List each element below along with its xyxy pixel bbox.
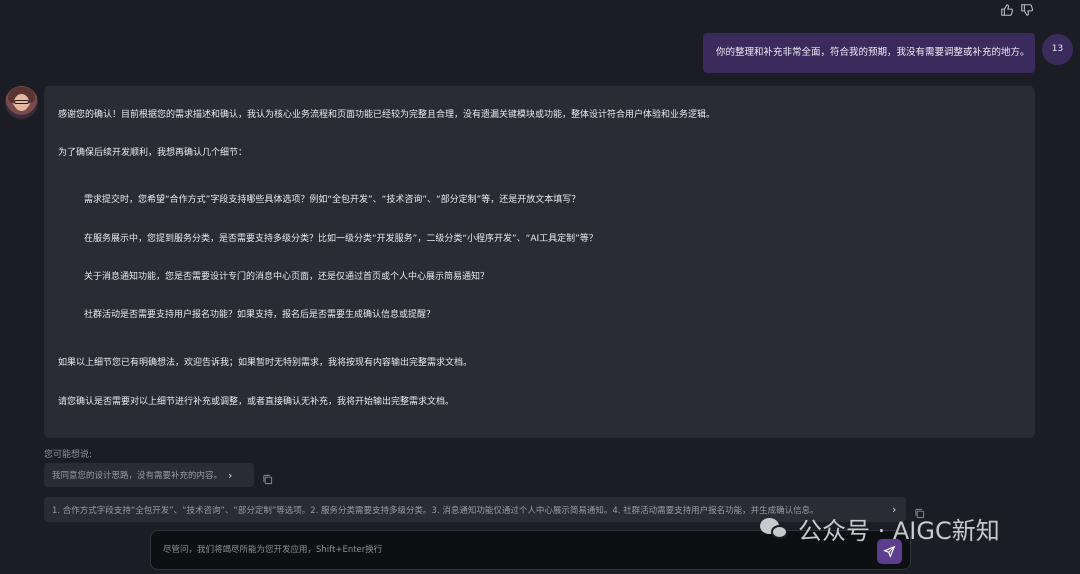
suggestion-chip[interactable]: 我同意您的设计思路，没有需要补充的内容。 ›	[44, 463, 254, 487]
assistant-intro: 感谢您的确认！目前根据您的需求描述和确认，我认为核心业务流程和页面功能已经较为完…	[58, 110, 716, 120]
watermark: 公众号 · AIGC新知	[760, 511, 1000, 546]
avatar-glasses	[14, 100, 29, 104]
assistant-closing: 请您确认是否需要对以上细节进行补充或调整，或者直接确认无补充，我将开始输出完整需…	[58, 397, 455, 407]
question-item: 关于消息通知功能，您是否需要设计专门的消息中心页面，还是仅通过首页或个人中心展示…	[84, 272, 490, 282]
suggestion-text: 我同意您的设计思路，没有需要补充的内容。	[52, 471, 223, 481]
thumbs-down-icon[interactable]	[1020, 2, 1034, 16]
chat-page: 你的整理和补充非常全面，符合我的预期，我没有需要调整或补充的地方。 13 感谢您…	[0, 0, 1080, 574]
wechat-logo-icon	[760, 516, 790, 542]
assistant-closing: 如果以上细节您已有明确想法，欢迎告诉我；如果暂时无特别需求，我将按现有内容输出完…	[58, 358, 473, 368]
feedback-bar	[1000, 2, 1034, 16]
assistant-avatar	[5, 86, 38, 119]
chat-input[interactable]	[163, 531, 863, 569]
user-message: 你的整理和补充非常全面，符合我的预期，我没有需要调整或补充的地方。	[703, 33, 1035, 73]
user-avatar: 13	[1042, 34, 1073, 65]
copy-icon[interactable]	[262, 470, 273, 485]
assistant-message: 感谢您的确认！目前根据您的需求描述和确认，我认为核心业务流程和页面功能已经较为完…	[44, 86, 1035, 438]
watermark-text: 公众号 · AIGC新知	[798, 517, 1000, 545]
thumbs-up-icon[interactable]	[1000, 2, 1014, 16]
suggestions-label: 您可能想说:	[44, 450, 93, 460]
question-item: 社群活动是否需要支持用户报名功能？如果支持，报名后是否需要生成确认信息或提醒？	[84, 310, 436, 320]
question-item: 需求提交时，您希望“合作方式”字段支持哪些具体选项？例如“全包开发”、“技术咨询…	[84, 195, 581, 205]
assistant-lead: 为了确保后续开发顺利，我想再确认几个细节：	[58, 148, 248, 158]
question-item: 在服务展示中，您提到服务分类，是否需要支持多级分类？比如一级分类“开发服务”，二…	[84, 234, 598, 244]
chevron-right-icon: ›	[228, 468, 233, 482]
send-icon	[883, 545, 896, 558]
